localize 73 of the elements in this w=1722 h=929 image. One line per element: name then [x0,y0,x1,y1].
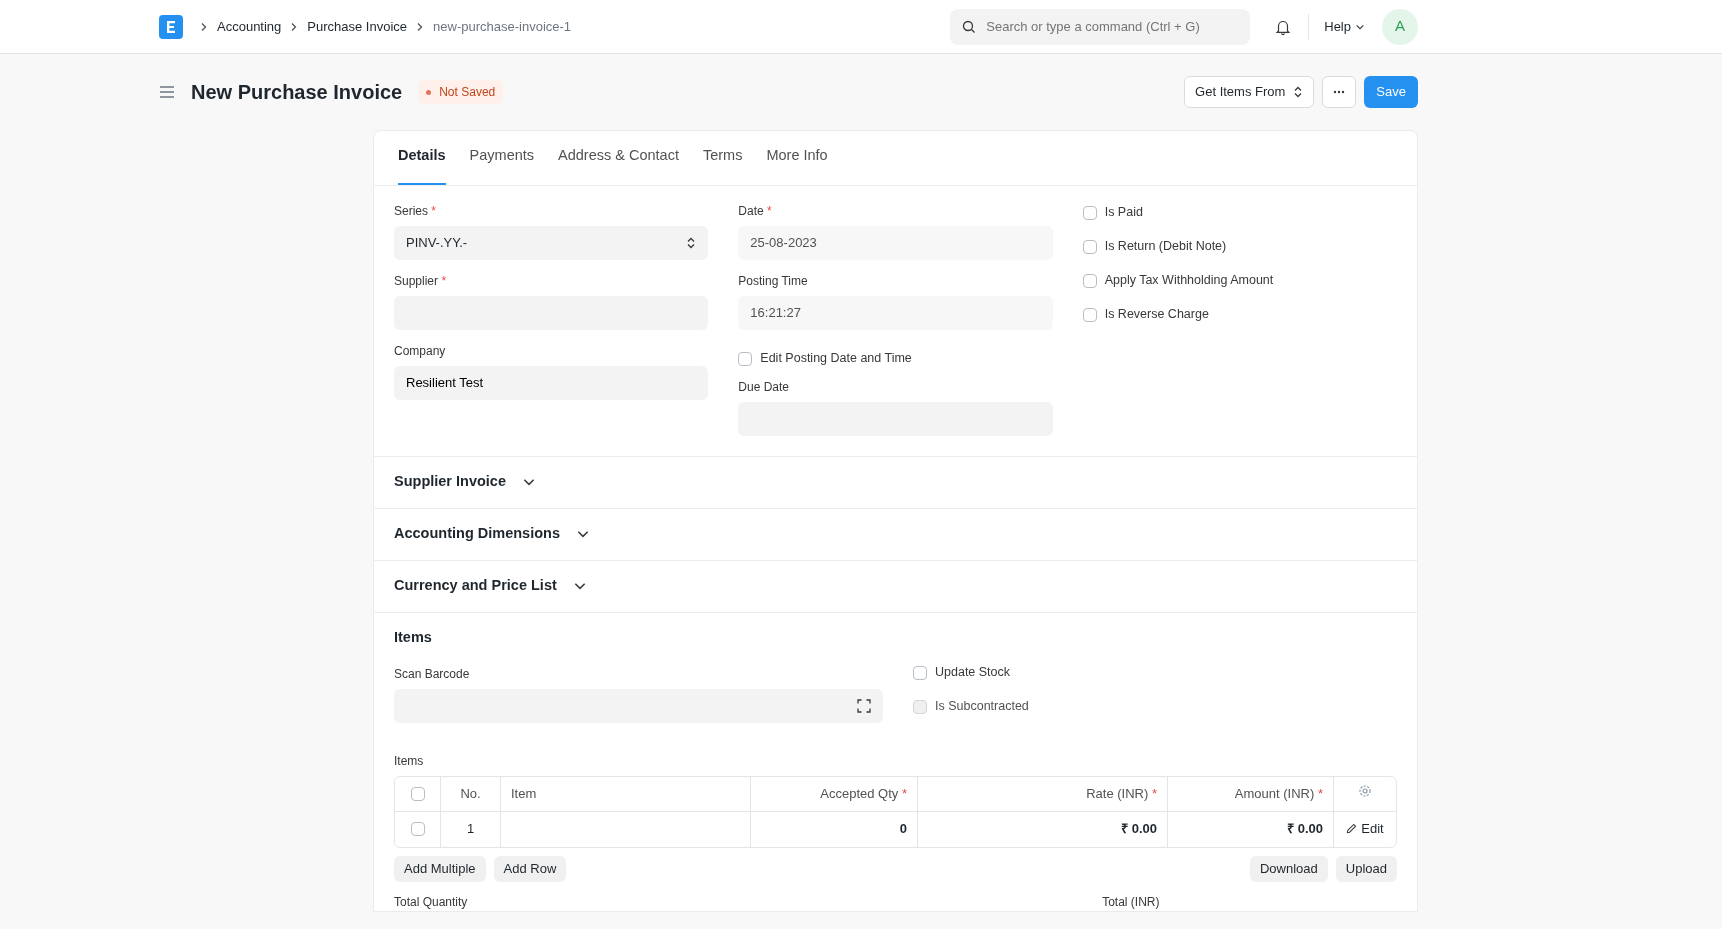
menu-icon[interactable] [159,85,175,99]
grid-button[interactable]: Upload [1335,855,1397,882]
checkbox[interactable] [410,822,425,836]
field-label: Total (INR) [1102,894,1160,909]
checkbox[interactable] [1082,205,1097,220]
more-button[interactable] [1322,76,1357,108]
grid-button[interactable]: Add Multiple [394,855,486,882]
pencil-icon [1346,822,1358,834]
column-header: Rate (INR) * [918,776,1168,812]
breadcrumb-link[interactable]: new-purchase-invoice-1 [433,16,572,37]
select-field[interactable]: PINV-.YY.- [394,225,709,260]
chevron-right-icon [199,21,209,32]
field-label: Scan Barcode [394,665,471,683]
field-label: Supplier * [394,272,448,290]
table-cell: 1 [466,821,475,837]
input-field[interactable]: 25-08-2023 [738,225,1053,260]
checkbox-label: Edit Posting Date and Time [760,350,912,368]
checkbox[interactable] [913,665,927,680]
section-toggle[interactable]: Accounting Dimensions [394,523,590,546]
input-field[interactable]: 16:21:27 [738,295,1053,330]
section-toggle[interactable]: Currency and Price List [394,575,587,598]
grid-button[interactable]: Add Row [493,855,567,882]
search-icon [962,19,977,34]
breadcrumb-link[interactable]: Accounting [217,16,282,37]
checkbox-label: Is Subcontracted [935,698,1029,716]
table-cell: ₹ 0.00 [1121,821,1157,837]
search-input[interactable]: Search or type a command (Ctrl + G) [984,15,1239,38]
field-label: Total Quantity [394,894,468,909]
settings-icon[interactable] [1358,783,1372,798]
field-label: Series * [394,202,438,220]
help-menu[interactable]: Help [1323,15,1366,38]
field-label: Date * [738,202,773,220]
grid-button[interactable]: Download [1249,855,1328,882]
checkbox-label: Update Stock [935,664,1011,682]
get-items-button[interactable]: Get Items From [1184,76,1315,108]
table-cell: ₹ 0.00 [1287,821,1323,837]
edit-link[interactable]: Edit [1346,818,1384,839]
checkbox[interactable] [1082,307,1097,322]
ellipsis-icon [1333,90,1346,94]
breadcrumb-link[interactable]: Purchase Invoice [307,16,408,37]
checkbox-label: Apply Tax Withholding Amount [1104,272,1274,290]
input-field[interactable]: Resilient Test [394,365,709,400]
table-cell: 0 [899,821,907,837]
checkbox[interactable] [738,351,753,366]
checkbox-label: Is Paid [1104,204,1143,222]
section-toggle[interactable]: Supplier Invoice [394,471,536,494]
column-header: No. [441,776,501,812]
column-header: Amount (INR) * [1168,776,1334,812]
checkbox[interactable] [1082,273,1097,288]
search-field[interactable]: Search or type a command (Ctrl + G) [950,8,1251,45]
status-indicator: Not Saved [418,80,504,104]
column-header: Item [501,776,751,812]
select-arrow-icon [686,236,697,249]
page-title: New Purchase Invoice [191,80,403,105]
sort-caret-icon [1293,86,1304,98]
tab[interactable]: Payments [469,131,535,185]
scan-icon [857,698,871,713]
column-header: Accepted Qty * [751,776,918,812]
checkbox-label: Is Return (Debit Note) [1104,238,1227,256]
tab[interactable]: Terms [702,131,743,185]
section-heading: Items [394,627,433,647]
field-label: Posting Time [738,272,809,290]
tab[interactable]: Address & Contact [558,131,679,185]
table-label: Items [394,752,425,770]
checkbox[interactable] [410,786,425,801]
checkbox[interactable] [1082,239,1097,254]
logo-icon[interactable] [159,14,183,39]
tab[interactable]: Details [398,131,446,185]
field-label: Company [394,342,447,360]
field-label: Due Date [738,378,791,396]
checkbox-label: Is Reverse Charge [1104,306,1209,324]
tab[interactable]: More Info [766,131,828,185]
input-field[interactable] [394,688,883,723]
